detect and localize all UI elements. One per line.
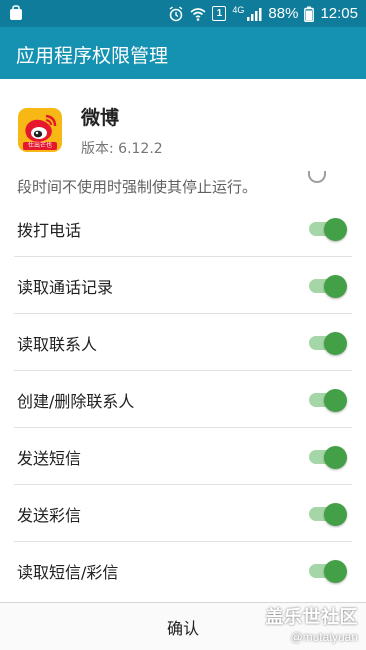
permission-toggle[interactable] bbox=[309, 503, 347, 526]
permission-label: 读取联系人 bbox=[17, 335, 98, 354]
weibo-logo-icon: 仕出芒也 bbox=[18, 108, 62, 152]
permission-toggle[interactable] bbox=[309, 446, 347, 469]
permission-toggle[interactable] bbox=[309, 275, 347, 298]
page-title: 应用程序权限管理 bbox=[16, 45, 169, 67]
permission-label: 发送短信 bbox=[17, 449, 82, 468]
permission-toggle[interactable] bbox=[309, 560, 347, 583]
watermark-handle: @mutaiyuan bbox=[290, 630, 358, 644]
notification-app-icon bbox=[10, 5, 22, 20]
app-version: 版本: 6.12.2 bbox=[81, 141, 163, 157]
signal-icon bbox=[247, 7, 262, 21]
battery-percent: 88% bbox=[268, 5, 299, 22]
permission-description: 段时间不使用时强制使其停止运行。 bbox=[17, 178, 258, 196]
permission-toggle[interactable] bbox=[309, 389, 347, 412]
alarm-icon bbox=[169, 5, 183, 21]
sim-badge: 1 bbox=[212, 6, 227, 21]
wifi-icon bbox=[190, 7, 206, 21]
app-name: 微博 bbox=[81, 107, 120, 129]
battery-icon bbox=[304, 6, 315, 22]
permission-label: 发送彩信 bbox=[17, 506, 82, 525]
permission-toggle[interactable] bbox=[309, 218, 347, 241]
partial-toggle-knob bbox=[308, 171, 326, 183]
network-type-label: 4G bbox=[232, 4, 245, 15]
permission-row-read-sms[interactable]: 读取短信/彩信 bbox=[0, 542, 366, 599]
logo-caption: 仕出芒也 bbox=[27, 143, 52, 149]
permission-row-call-log[interactable]: 读取通话记录 bbox=[0, 257, 366, 314]
permission-row-send-mms[interactable]: 发送彩信 bbox=[0, 485, 366, 542]
permission-row-call[interactable]: 拨打电话 bbox=[0, 200, 366, 257]
clock: 12:05 bbox=[320, 5, 358, 22]
watermark-title: 盖乐世社区 bbox=[265, 607, 358, 627]
permission-label: 读取短信/彩信 bbox=[17, 563, 119, 582]
watermark: 盖乐世社区 @mutaiyuan bbox=[266, 603, 359, 644]
permission-toggle[interactable] bbox=[309, 332, 347, 355]
permission-label: 拨打电话 bbox=[17, 221, 82, 240]
permission-label: 读取通话记录 bbox=[17, 278, 114, 297]
app-bar: 应用程序权限管理 bbox=[0, 27, 366, 79]
permission-label: 创建/删除联系人 bbox=[17, 392, 135, 411]
permission-row-read-contacts[interactable]: 读取联系人 bbox=[0, 314, 366, 371]
status-bar: 1 4G 88% 12:05 bbox=[0, 0, 366, 27]
permission-row-send-sms[interactable]: 发送短信 bbox=[0, 428, 366, 485]
permission-row-edit-contacts[interactable]: 创建/删除联系人 bbox=[0, 371, 366, 428]
